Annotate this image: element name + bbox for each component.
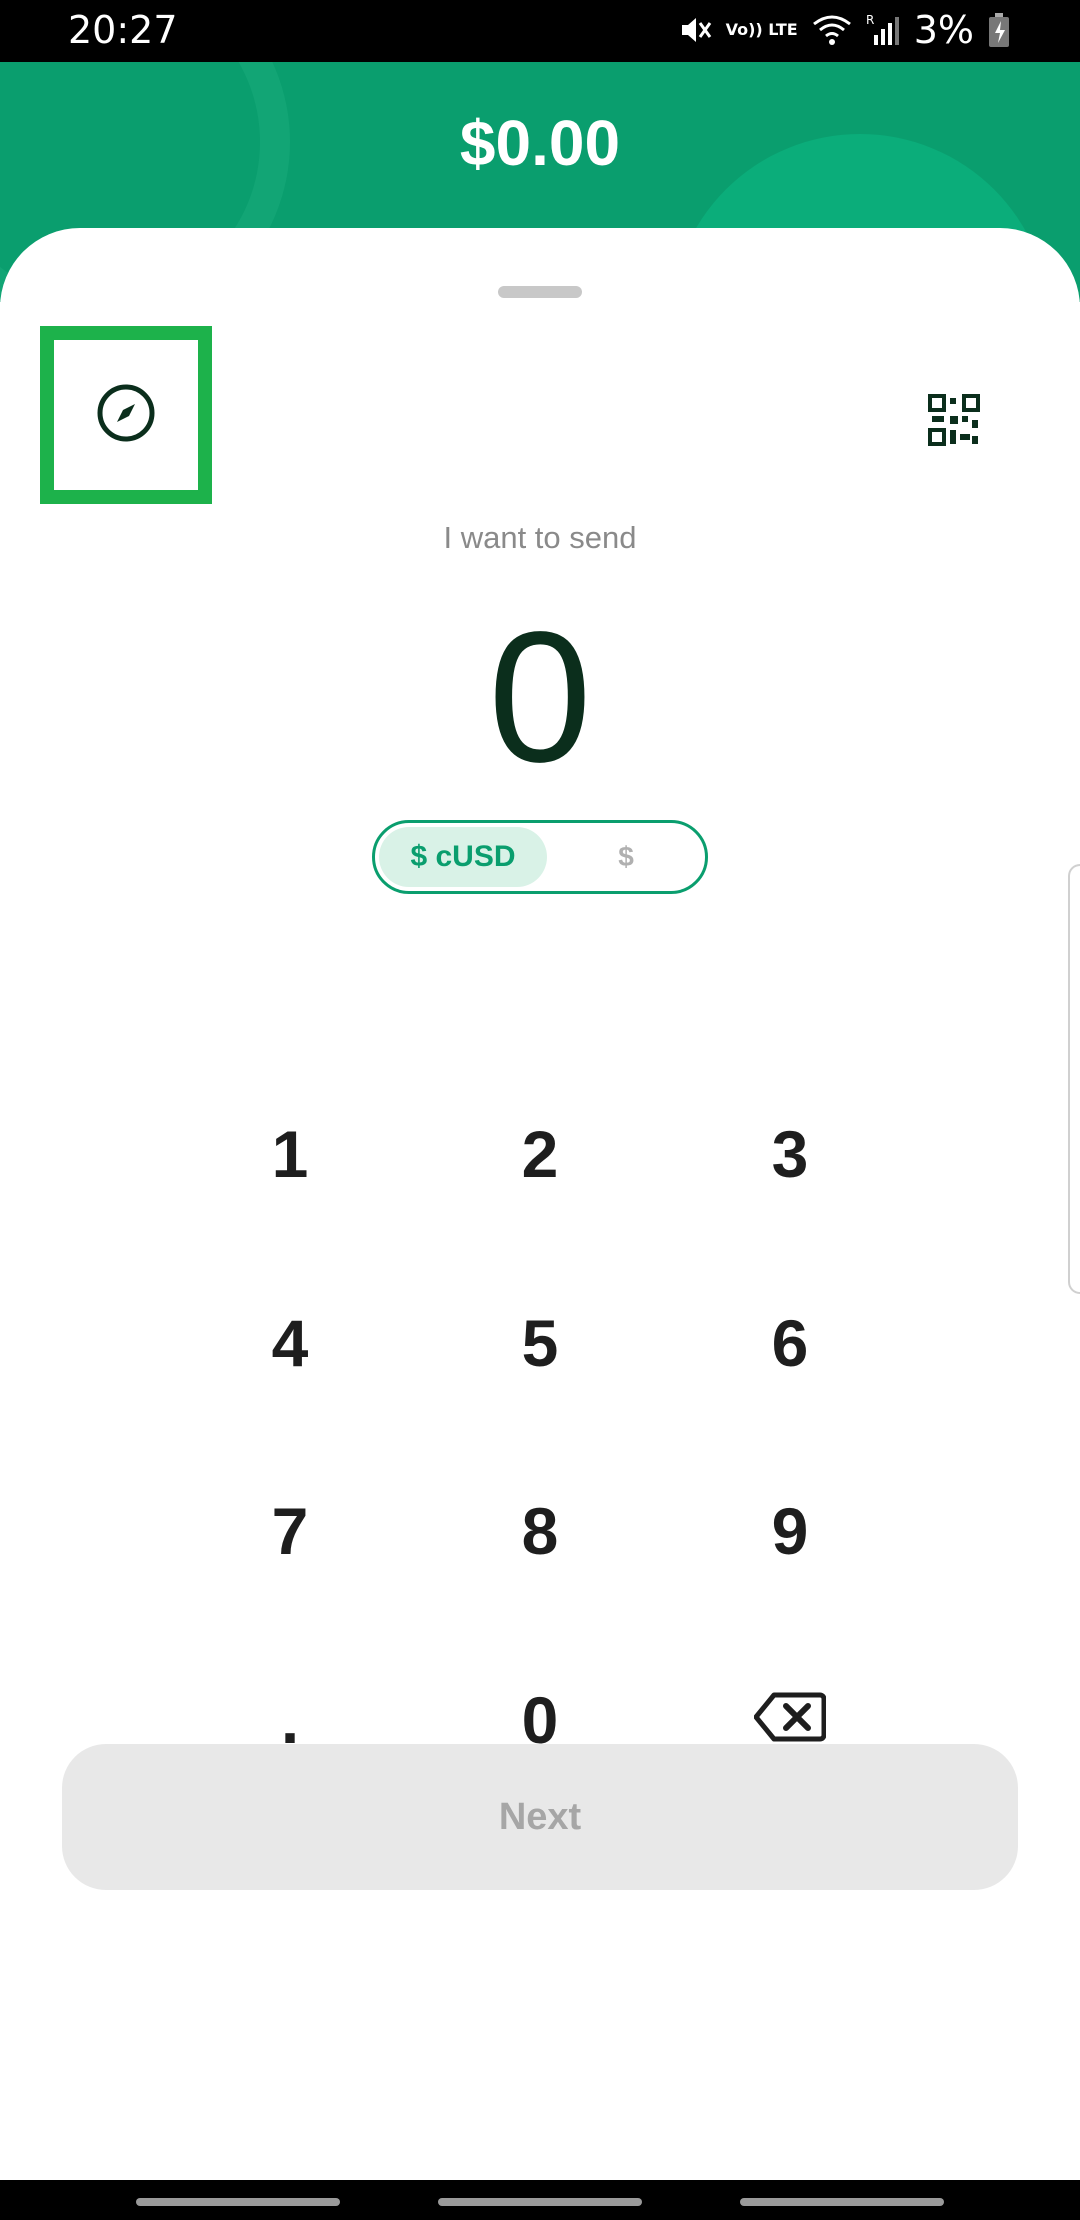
nav-gesture-hint-right[interactable] xyxy=(740,2198,944,2206)
key-7[interactable]: 7 xyxy=(190,1471,390,1591)
amount-display: 0 xyxy=(488,594,592,801)
nav-gesture-hint-left[interactable] xyxy=(136,2198,340,2206)
wifi-icon xyxy=(812,14,852,46)
currency-toggle[interactable]: $ cUSD $ xyxy=(372,820,708,894)
explore-button[interactable] xyxy=(40,326,212,504)
status-time: 20:27 xyxy=(68,8,178,52)
mute-icon xyxy=(678,13,712,47)
key-5[interactable]: 5 xyxy=(440,1283,640,1403)
volte-indicator: Vo)) LTE xyxy=(726,22,798,38)
battery-percent: 3% xyxy=(913,8,974,52)
currency-option-cusd[interactable]: $ cUSD xyxy=(379,827,547,887)
next-button[interactable]: Next xyxy=(62,1744,1018,1890)
key-1[interactable]: 1 xyxy=(190,1094,390,1214)
currency-option-local[interactable]: $ xyxy=(551,827,701,887)
key-8[interactable]: 8 xyxy=(440,1471,640,1591)
edge-panel-handle[interactable] xyxy=(1068,864,1080,1294)
nav-gesture-hint-center[interactable] xyxy=(438,2198,642,2206)
key-9[interactable]: 9 xyxy=(690,1471,890,1591)
balance-amount[interactable]: $0.00 xyxy=(0,106,1080,180)
drag-handle[interactable] xyxy=(498,286,582,298)
signal-icon: R xyxy=(866,13,900,47)
scan-qr-button[interactable] xyxy=(928,394,980,446)
battery-icon xyxy=(988,13,1010,47)
system-nav-bar xyxy=(0,2180,1080,2220)
key-3[interactable]: 3 xyxy=(690,1094,890,1214)
volte-label: Vo)) LTE xyxy=(725,20,798,39)
qr-code-icon xyxy=(928,394,980,450)
key-4[interactable]: 4 xyxy=(190,1283,390,1403)
roaming-label: R xyxy=(866,13,874,27)
status-icons: Vo)) LTE R 3% xyxy=(678,8,1010,52)
compass-icon xyxy=(95,382,157,449)
send-prompt: I want to send xyxy=(443,520,637,555)
key-6[interactable]: 6 xyxy=(690,1283,890,1403)
key-2[interactable]: 2 xyxy=(440,1094,640,1214)
status-bar: 20:27 Vo)) LTE R 3% xyxy=(0,0,1080,62)
